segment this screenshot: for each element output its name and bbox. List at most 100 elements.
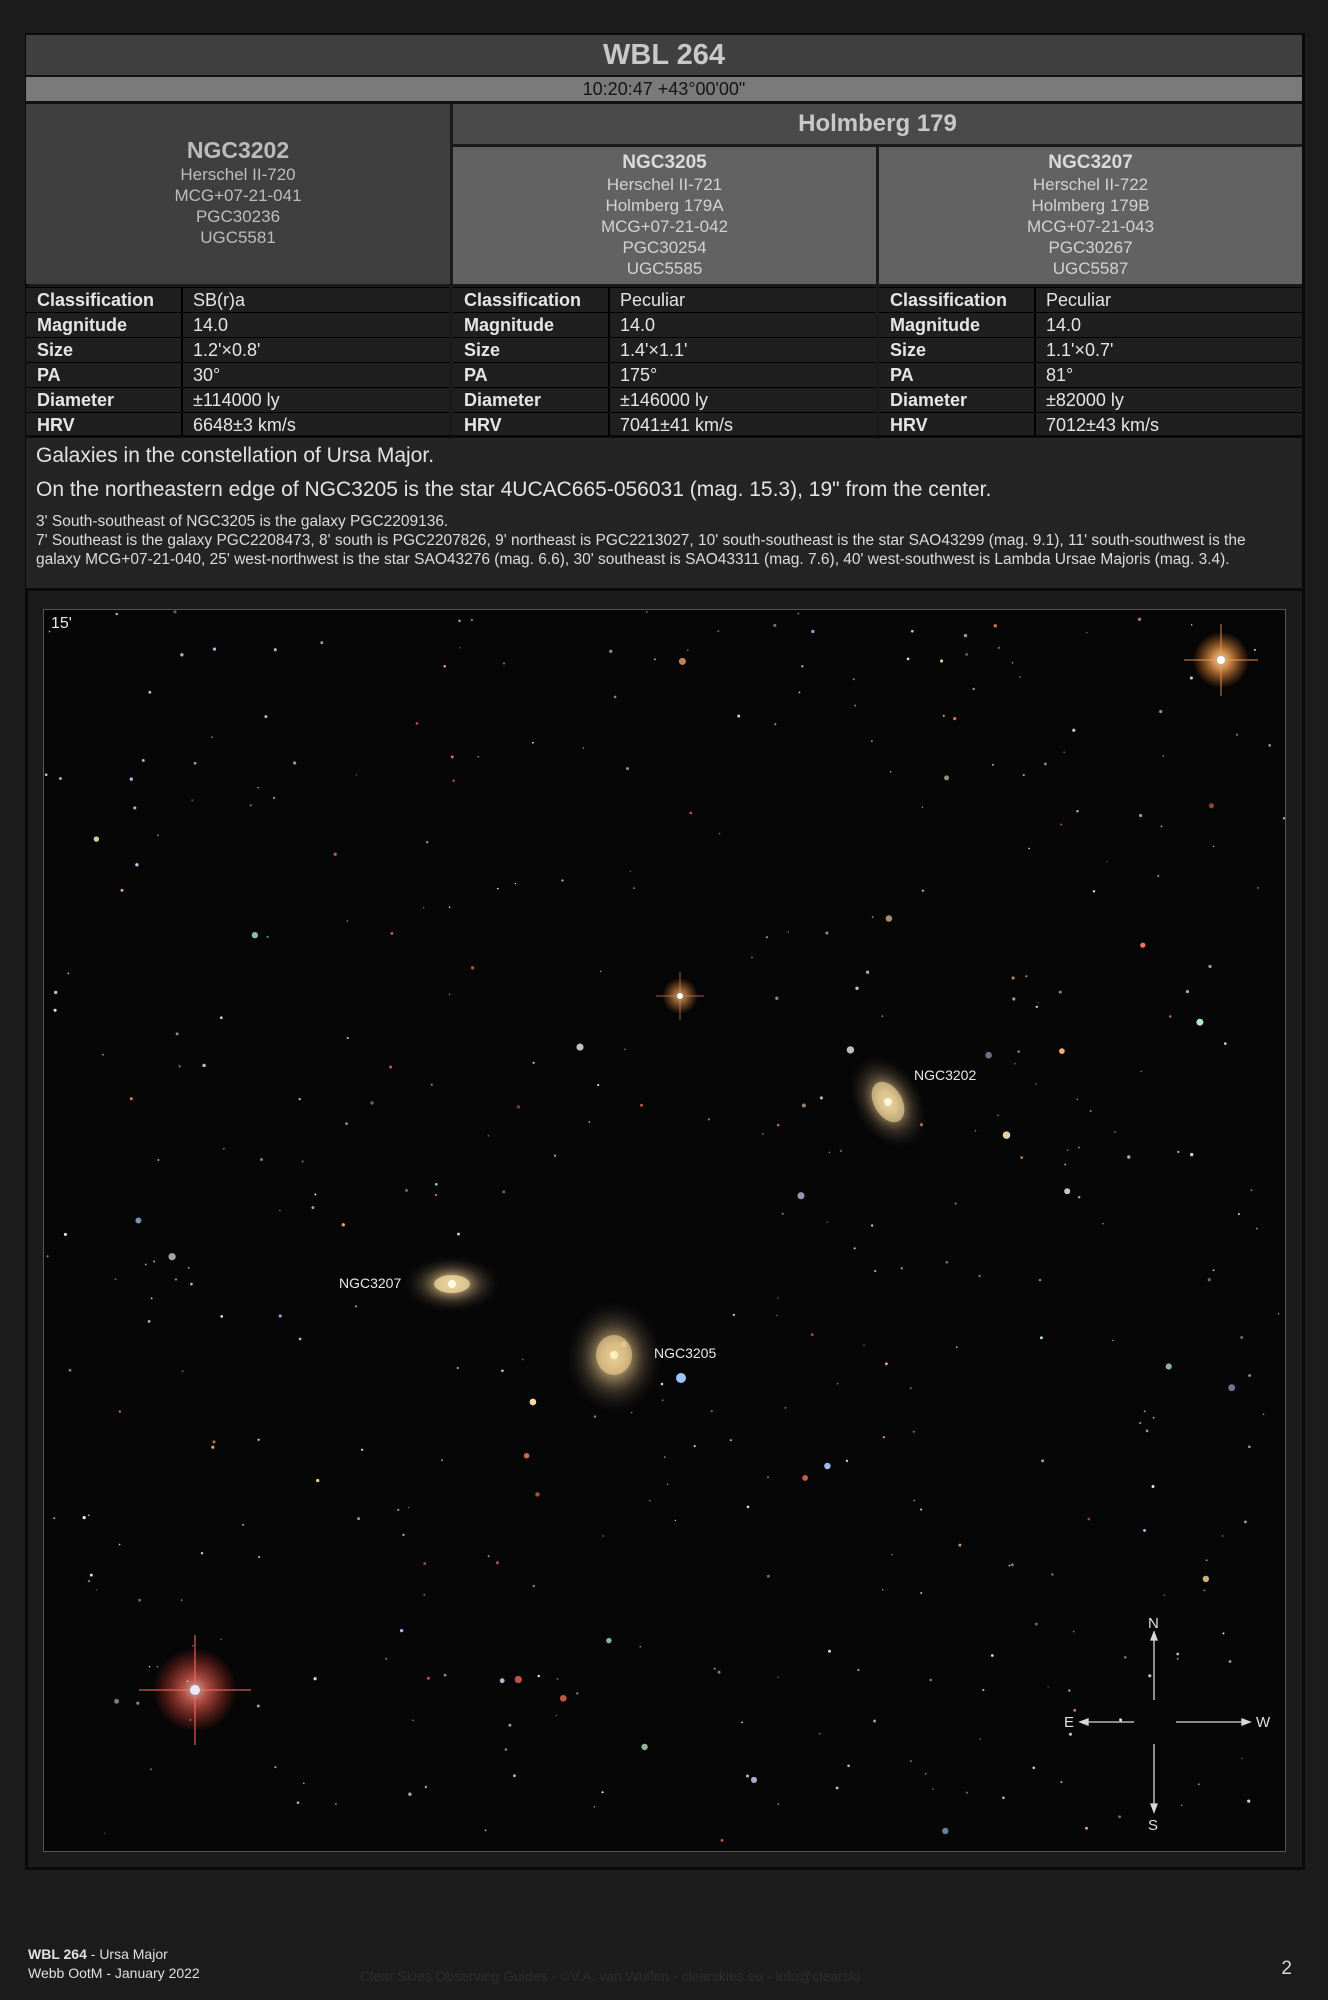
star (944, 775, 950, 781)
star (955, 1346, 958, 1348)
galaxy-alias: PGC30236 (195, 207, 281, 226)
star (1084, 1826, 1089, 1830)
star (1176, 1657, 1179, 1660)
star (979, 1738, 981, 1740)
star (424, 1785, 428, 1789)
property-label: Size (26, 337, 183, 363)
star (718, 832, 721, 835)
footer-credit: Clear Skies Observing Guides - ©V.A. van… (360, 1968, 860, 1984)
table-row: PA 30° (26, 362, 449, 388)
star (1159, 709, 1163, 714)
star (855, 986, 859, 990)
star (678, 657, 686, 665)
sky-background (44, 610, 1285, 1851)
star (434, 1193, 438, 1197)
star (502, 1190, 506, 1194)
star (693, 1444, 696, 1448)
star (1137, 617, 1142, 621)
star (924, 1772, 927, 1775)
star (357, 1517, 361, 1521)
star (157, 834, 159, 837)
star (301, 1160, 304, 1163)
star (1196, 1018, 1204, 1026)
star (1222, 1632, 1225, 1635)
star (1268, 743, 1272, 747)
property-value: 1.4'×1.1' (609, 337, 876, 363)
star (443, 665, 446, 668)
table-row: Diameter ±82000 ly (879, 387, 1302, 413)
star (599, 970, 602, 973)
star (202, 1063, 206, 1068)
star (508, 1723, 512, 1727)
star (1068, 1689, 1071, 1692)
star (1189, 676, 1193, 680)
galaxy-name: NGC3207 (1048, 152, 1133, 173)
star (787, 931, 789, 933)
galaxy-header-ngc3202: NGC3202 Herschel II-720 MCG+07-21-041 PG… (26, 104, 450, 284)
star (1176, 1652, 1180, 1656)
star (298, 1097, 301, 1101)
star (776, 1314, 778, 1317)
star (1197, 1783, 1200, 1786)
label-ngc3207: NGC3207 (339, 1275, 401, 1291)
star (174, 1278, 178, 1281)
star (1253, 648, 1256, 651)
table-row: HRV 7041±41 km/s (453, 412, 876, 437)
property-label: Classification (26, 287, 183, 313)
star (1078, 1146, 1080, 1149)
table-row: Diameter ±114000 ly (26, 387, 449, 413)
star (53, 1517, 56, 1520)
star (576, 1043, 584, 1051)
star (502, 662, 506, 665)
star (640, 1103, 643, 1107)
star (193, 761, 197, 765)
star (1202, 1575, 1210, 1583)
star (114, 1278, 117, 1281)
star (857, 1668, 860, 1672)
star (531, 741, 534, 744)
star (1228, 1660, 1232, 1663)
star (190, 1282, 193, 1286)
star (89, 1573, 93, 1577)
star (662, 1399, 664, 1401)
star (211, 1445, 215, 1449)
star (523, 1452, 530, 1459)
star (666, 1483, 669, 1485)
star (187, 1266, 190, 1269)
property-value: 6648±3 km/s (182, 412, 449, 437)
table-row: Size 1.4'×1.1' (453, 337, 876, 363)
star (495, 1561, 500, 1565)
star (46, 1255, 49, 1258)
property-value: 175° (609, 362, 876, 388)
property-label: Magnitude (26, 312, 183, 338)
star (825, 931, 829, 935)
star (920, 1592, 923, 1594)
star (781, 1212, 784, 1215)
galaxy-alias: Herschel II-721 (606, 175, 723, 194)
star (1072, 728, 1076, 732)
star (53, 1008, 57, 1012)
star (147, 1319, 151, 1323)
star (625, 767, 630, 771)
galaxy-name: NGC3205 (622, 152, 707, 173)
property-label: HRV (879, 412, 1036, 437)
star (997, 646, 1001, 650)
star (1060, 1781, 1063, 1784)
footer-constellation: - Ursa Major (86, 1946, 168, 1962)
table-row: Magnitude 14.0 (26, 312, 449, 338)
star (1072, 1630, 1075, 1633)
star (1073, 1708, 1077, 1712)
star (484, 1829, 487, 1832)
star (1064, 1163, 1067, 1166)
star (257, 1438, 260, 1441)
star (1002, 1796, 1005, 1800)
star (985, 1051, 992, 1059)
galaxy-alias: UGC5587 (1052, 259, 1129, 278)
star (737, 714, 741, 718)
group-title: Holmberg 179 (453, 104, 1302, 144)
galaxy-header-ngc3205: NGC3205 Herschel II-721 Holmberg 179A MC… (453, 147, 876, 284)
galaxy-alias: PGC30254 (622, 238, 707, 257)
star (1212, 1269, 1215, 1272)
star (767, 1574, 770, 1578)
star (932, 1788, 934, 1790)
